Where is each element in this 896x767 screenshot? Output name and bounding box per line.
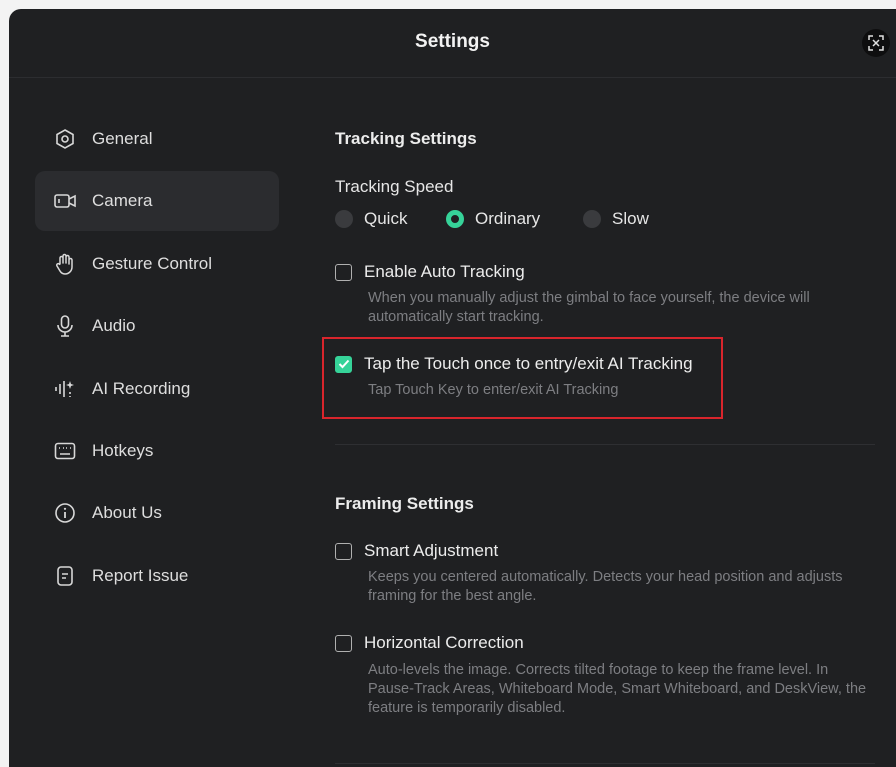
sidebar-item-ai-recording[interactable]: AI Recording bbox=[35, 359, 279, 419]
auto-tracking-checkbox[interactable] bbox=[335, 263, 352, 281]
tap-touch-label: Tap the Touch once to entry/exit AI Trac… bbox=[364, 354, 693, 373]
sidebar-item-hotkeys[interactable]: Hotkeys bbox=[35, 421, 279, 481]
sidebar-item-label: General bbox=[92, 129, 153, 148]
sidebar-item-camera[interactable]: Camera bbox=[35, 171, 279, 231]
speed-option-label: Quick bbox=[364, 209, 408, 228]
sidebar-item-audio[interactable]: Audio bbox=[35, 296, 279, 356]
sidebar-item-label: Audio bbox=[92, 316, 136, 335]
speed-option-label: Ordinary bbox=[475, 209, 541, 228]
speed-option-ordinary[interactable]: Ordinary bbox=[446, 209, 540, 229]
auto-tracking-option[interactable]: Enable Auto Tracking bbox=[335, 262, 525, 282]
title-bar: Settings bbox=[9, 9, 896, 78]
smart-adjustment-option[interactable]: Smart Adjustment bbox=[335, 541, 498, 561]
document-icon bbox=[53, 564, 77, 588]
sidebar-item-label: About Us bbox=[92, 503, 162, 522]
tracking-settings-title: Tracking Settings bbox=[335, 129, 477, 148]
smart-adjustment-checkbox[interactable] bbox=[335, 542, 352, 560]
sidebar-item-report-issue[interactable]: Report Issue bbox=[35, 546, 279, 606]
speed-option-quick[interactable]: Quick bbox=[335, 209, 407, 229]
radio-button[interactable] bbox=[583, 210, 601, 228]
sidebar-item-general[interactable]: General bbox=[35, 109, 279, 169]
sidebar-item-about-us[interactable]: About Us bbox=[35, 483, 279, 543]
sidebar-item-label: Report Issue bbox=[92, 566, 189, 585]
smart-adjustment-description: Keeps you centered automatically. Detect… bbox=[368, 569, 843, 604]
sidebar-item-label: Hotkeys bbox=[92, 441, 154, 460]
hand-icon bbox=[53, 252, 77, 276]
close-button[interactable] bbox=[862, 29, 890, 57]
camera-icon bbox=[53, 189, 77, 213]
speed-option-label: Slow bbox=[612, 209, 649, 228]
tracking-speed-label: Tracking Speed bbox=[335, 177, 454, 196]
info-icon bbox=[53, 501, 77, 525]
keyboard-icon bbox=[53, 439, 77, 463]
section-divider bbox=[335, 763, 875, 764]
auto-tracking-label: Enable Auto Tracking bbox=[364, 262, 525, 281]
radio-button[interactable] bbox=[335, 210, 353, 228]
section-divider bbox=[335, 444, 875, 445]
window-title: Settings bbox=[415, 31, 490, 52]
sidebar-item-gesture-control[interactable]: Gesture Control bbox=[35, 234, 279, 294]
hexagon-settings-icon bbox=[53, 127, 77, 151]
sidebar-item-label: Gesture Control bbox=[92, 254, 212, 273]
horizontal-correction-option[interactable]: Horizontal Correction bbox=[335, 633, 524, 653]
ai-recording-icon bbox=[53, 377, 77, 401]
tap-touch-checkbox[interactable] bbox=[335, 355, 352, 373]
horizontal-correction-label: Horizontal Correction bbox=[364, 633, 524, 652]
sidebar: General Camera Gesture Control Audio AI … bbox=[9, 77, 299, 767]
speed-option-slow[interactable]: Slow bbox=[583, 209, 649, 229]
camera-settings-panel: Tracking Settings Tracking Speed Quick O… bbox=[299, 77, 896, 767]
smart-adjustment-label: Smart Adjustment bbox=[364, 541, 499, 560]
settings-window: Settings General Camera Gesture Control bbox=[9, 9, 896, 767]
checkmark-icon bbox=[338, 359, 349, 369]
tap-touch-option[interactable]: Tap the Touch once to entry/exit AI Trac… bbox=[335, 354, 693, 374]
sidebar-item-label: Camera bbox=[92, 191, 153, 210]
radio-button-selected[interactable] bbox=[446, 210, 464, 228]
tap-touch-description: Tap Touch Key to enter/exit AI Tracking bbox=[368, 382, 619, 398]
highlight-box bbox=[322, 337, 723, 419]
sidebar-item-label: AI Recording bbox=[92, 379, 191, 398]
microphone-icon bbox=[53, 314, 77, 338]
auto-tracking-description: When you manually adjust the gimbal to f… bbox=[368, 290, 810, 325]
horizontal-correction-description: Auto-levels the image. Corrects tilted f… bbox=[368, 662, 867, 716]
close-icon bbox=[868, 35, 884, 51]
horizontal-correction-checkbox[interactable] bbox=[335, 634, 352, 652]
framing-settings-title: Framing Settings bbox=[335, 494, 474, 513]
